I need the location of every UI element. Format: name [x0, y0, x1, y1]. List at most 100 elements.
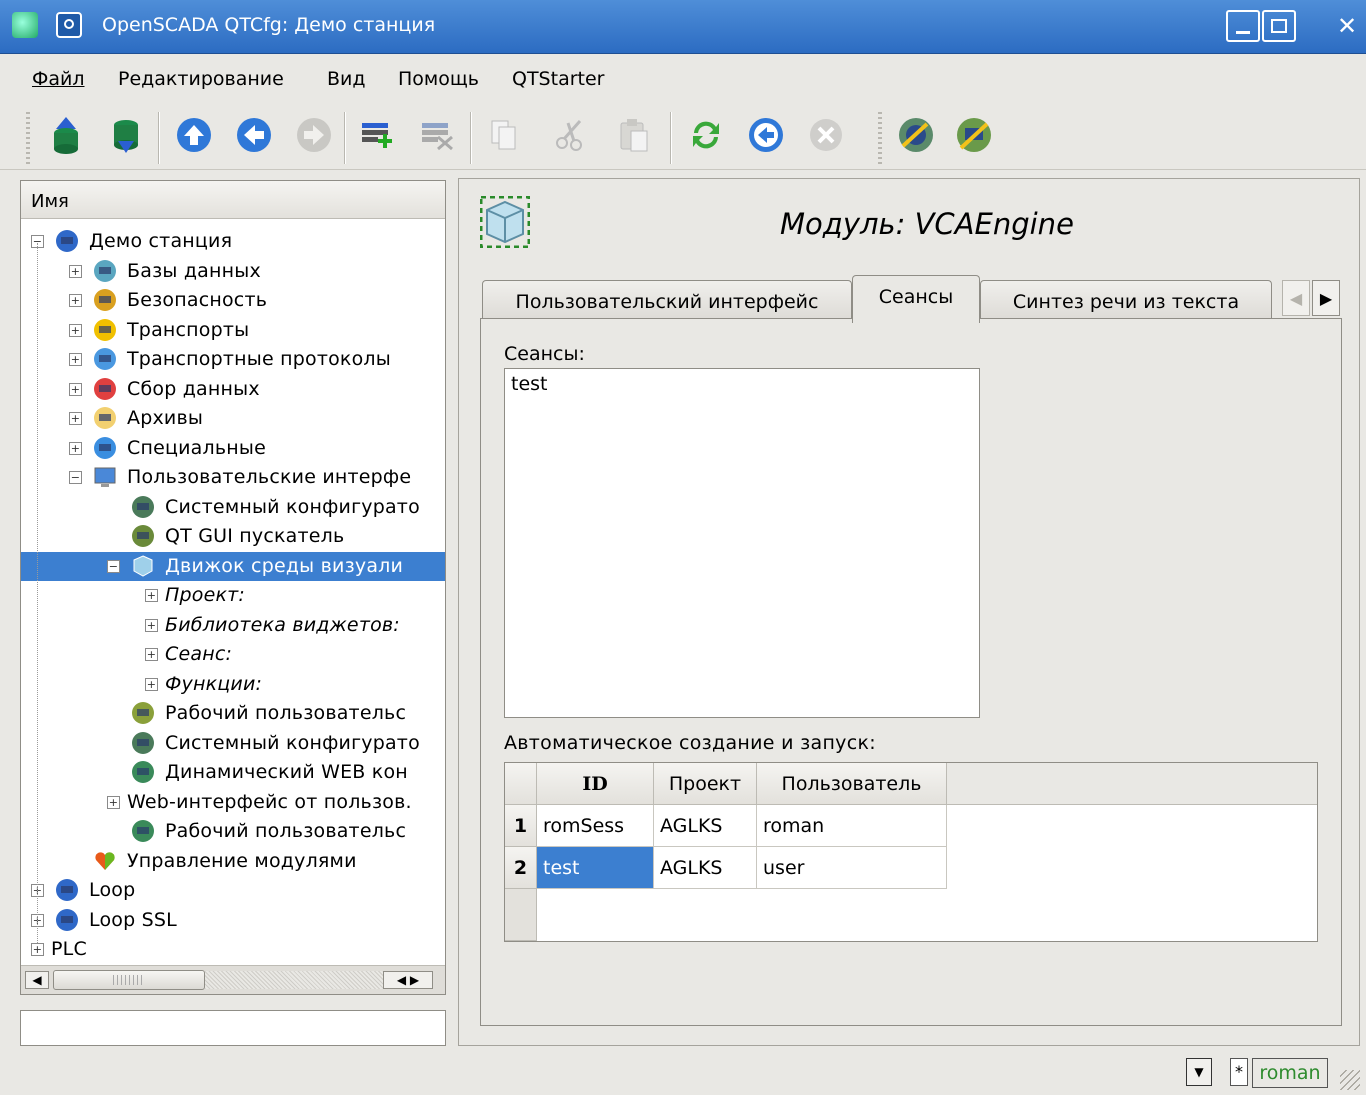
menu-qtstarter[interactable]: QTStarter [512, 68, 604, 90]
add-item-icon[interactable] [358, 115, 398, 155]
tree-item-loop-ssl[interactable]: + Loop SSL [21, 906, 445, 935]
tree-item-data-acquisition[interactable]: + Сбор данных [21, 375, 445, 404]
resize-grip[interactable] [1340, 1070, 1360, 1090]
toolbar-grip[interactable] [878, 112, 882, 164]
up-icon[interactable] [174, 115, 214, 155]
tree-item-transports[interactable]: + Транспорты [21, 316, 445, 345]
copy-icon[interactable] [484, 115, 524, 155]
column-header-user[interactable]: Пользователь [757, 763, 947, 805]
table-cell-project[interactable]: AGLKS [654, 847, 757, 889]
tab-sessions[interactable]: Сеансы [852, 275, 980, 323]
horizontal-scrollbar[interactable]: ◀ ◀ ▶ [21, 965, 445, 994]
scroll-track[interactable] [205, 971, 383, 989]
tree-item-widget-library[interactable]: + Библиотека виджетов: [21, 611, 445, 640]
toolbar-separator [158, 112, 160, 164]
expand-icon[interactable]: + [145, 677, 158, 691]
navigation-tree[interactable]: Имя − Демо станция + Базы данных + Безопаснос… [20, 180, 446, 995]
tree-item-session[interactable]: + Сеанс: [21, 640, 445, 669]
db-save-icon[interactable] [106, 115, 146, 155]
row-header-1[interactable]: 1 [505, 805, 537, 847]
expand-icon[interactable]: + [31, 943, 44, 956]
tree-item-module-management[interactable]: Управление модулями [21, 847, 445, 876]
window-menu-icon[interactable] [56, 12, 82, 38]
tree-item-dynamic-web[interactable]: Динамический WEB кон [21, 758, 445, 787]
forward-icon[interactable] [294, 115, 334, 155]
expand-icon[interactable]: + [69, 382, 82, 396]
delete-item-icon[interactable] [418, 115, 458, 155]
table-cell-id[interactable]: romSess [537, 805, 654, 847]
collapse-icon[interactable]: − [69, 471, 82, 484]
expand-icon[interactable]: + [145, 589, 158, 602]
tree-item-user-workspace-2[interactable]: Рабочий пользовательс [21, 817, 445, 846]
sessions-list[interactable]: test [504, 368, 980, 718]
expand-icon[interactable]: + [69, 294, 82, 307]
table-cell-user[interactable]: user [757, 847, 947, 889]
expand-icon[interactable]: + [69, 412, 82, 425]
description-field[interactable] [20, 1010, 446, 1046]
menu-file[interactable]: Файл [32, 68, 85, 90]
auto-sessions-table[interactable]: ID Проект Пользователь 1 romSess AGLKS r… [504, 762, 1318, 942]
tree-item-user-workspace[interactable]: Рабочий пользовательс [21, 699, 445, 728]
qtcfg-icon[interactable] [896, 115, 936, 155]
tree-item-demo-station[interactable]: − Демо станция [21, 227, 445, 256]
column-header-id[interactable]: ID [537, 763, 654, 805]
uirun-icon[interactable] [954, 115, 994, 155]
menu-help[interactable]: Помощь [398, 68, 479, 90]
tree-item-functions[interactable]: + Функции: [21, 670, 445, 699]
paste-icon[interactable] [614, 115, 654, 155]
toolbar-separator [670, 112, 672, 164]
menu-edit[interactable]: Редактирование [118, 68, 284, 90]
expand-icon[interactable]: + [69, 441, 82, 455]
tree-item-plc[interactable]: + PLC [21, 935, 445, 964]
tree-item-transport-protocols[interactable]: + Транспортные протоколы [21, 345, 445, 374]
tab-scroll-right[interactable]: ▶ [1312, 280, 1340, 316]
tree-item-loop[interactable]: + Loop [21, 876, 445, 905]
table-cell-id[interactable]: test [537, 847, 654, 889]
tree-item-specials[interactable]: + Специальные [21, 434, 445, 463]
stop-icon[interactable] [806, 115, 846, 155]
menu-view[interactable]: Вид [327, 68, 366, 90]
expand-icon[interactable]: + [69, 323, 82, 337]
cut-icon[interactable] [550, 115, 590, 155]
tab-speech-synthesis[interactable]: Синтез речи из текста [980, 280, 1272, 322]
expand-icon[interactable]: + [69, 353, 82, 366]
tree-item-vca-engine[interactable]: − Движок среды визуали [21, 551, 445, 581]
db-load-icon[interactable] [46, 115, 86, 155]
table-cell-user[interactable]: roman [757, 805, 947, 847]
tab-user-interface[interactable]: Пользовательский интерфейс [482, 280, 852, 322]
expand-icon[interactable]: + [107, 795, 120, 809]
app-icon[interactable] [12, 12, 38, 38]
tab-scroll-left[interactable]: ◀ [1282, 280, 1310, 316]
scroll-thumb[interactable] [53, 970, 205, 990]
table-corner[interactable] [505, 763, 537, 805]
tree-item-system-configurator-2[interactable]: Системный конфигурато [21, 729, 445, 758]
back-icon[interactable] [234, 115, 274, 155]
tree-item-web-user-interface[interactable]: + Web-интерфейс от пользов. [21, 788, 445, 817]
tree-item-databases[interactable]: + Базы данных [21, 257, 445, 286]
scroll-arrows[interactable]: ◀ ▶ [383, 971, 433, 989]
collapse-icon[interactable]: − [107, 559, 120, 573]
tree-item-qt-gui-starter[interactable]: QT GUI пускатель [21, 522, 445, 551]
expand-icon[interactable]: + [145, 648, 158, 661]
scroll-left-arrow[interactable]: ◀ [25, 971, 49, 989]
list-item[interactable]: test [511, 373, 548, 395]
row-header-2[interactable]: 2 [505, 847, 537, 889]
toolbar-grip[interactable] [26, 112, 30, 164]
tree-header[interactable]: Имя [21, 181, 445, 219]
tree-item-system-configurator[interactable]: Системный конфигурато [21, 493, 445, 522]
minimize-button[interactable] [1226, 10, 1260, 42]
expand-icon[interactable]: + [145, 618, 158, 632]
column-header-project[interactable]: Проект [654, 763, 757, 805]
tree-item-archives[interactable]: + Архивы [21, 404, 445, 433]
maximize-button[interactable] [1262, 10, 1296, 42]
expand-icon[interactable]: + [69, 264, 82, 278]
tree-item-security[interactable]: + Безопасность [21, 286, 445, 315]
start-icon[interactable] [746, 115, 786, 155]
user-badge[interactable]: roman [1252, 1058, 1328, 1088]
table-cell-project[interactable]: AGLKS [654, 805, 757, 847]
tree-item-project[interactable]: + Проект: [21, 581, 445, 610]
status-dropdown-button[interactable]: ▼ [1186, 1058, 1212, 1086]
refresh-icon[interactable] [686, 115, 726, 155]
tree-item-user-interfaces[interactable]: − Пользовательские интерфе [21, 463, 445, 492]
close-button[interactable]: ✕ [1330, 10, 1364, 42]
